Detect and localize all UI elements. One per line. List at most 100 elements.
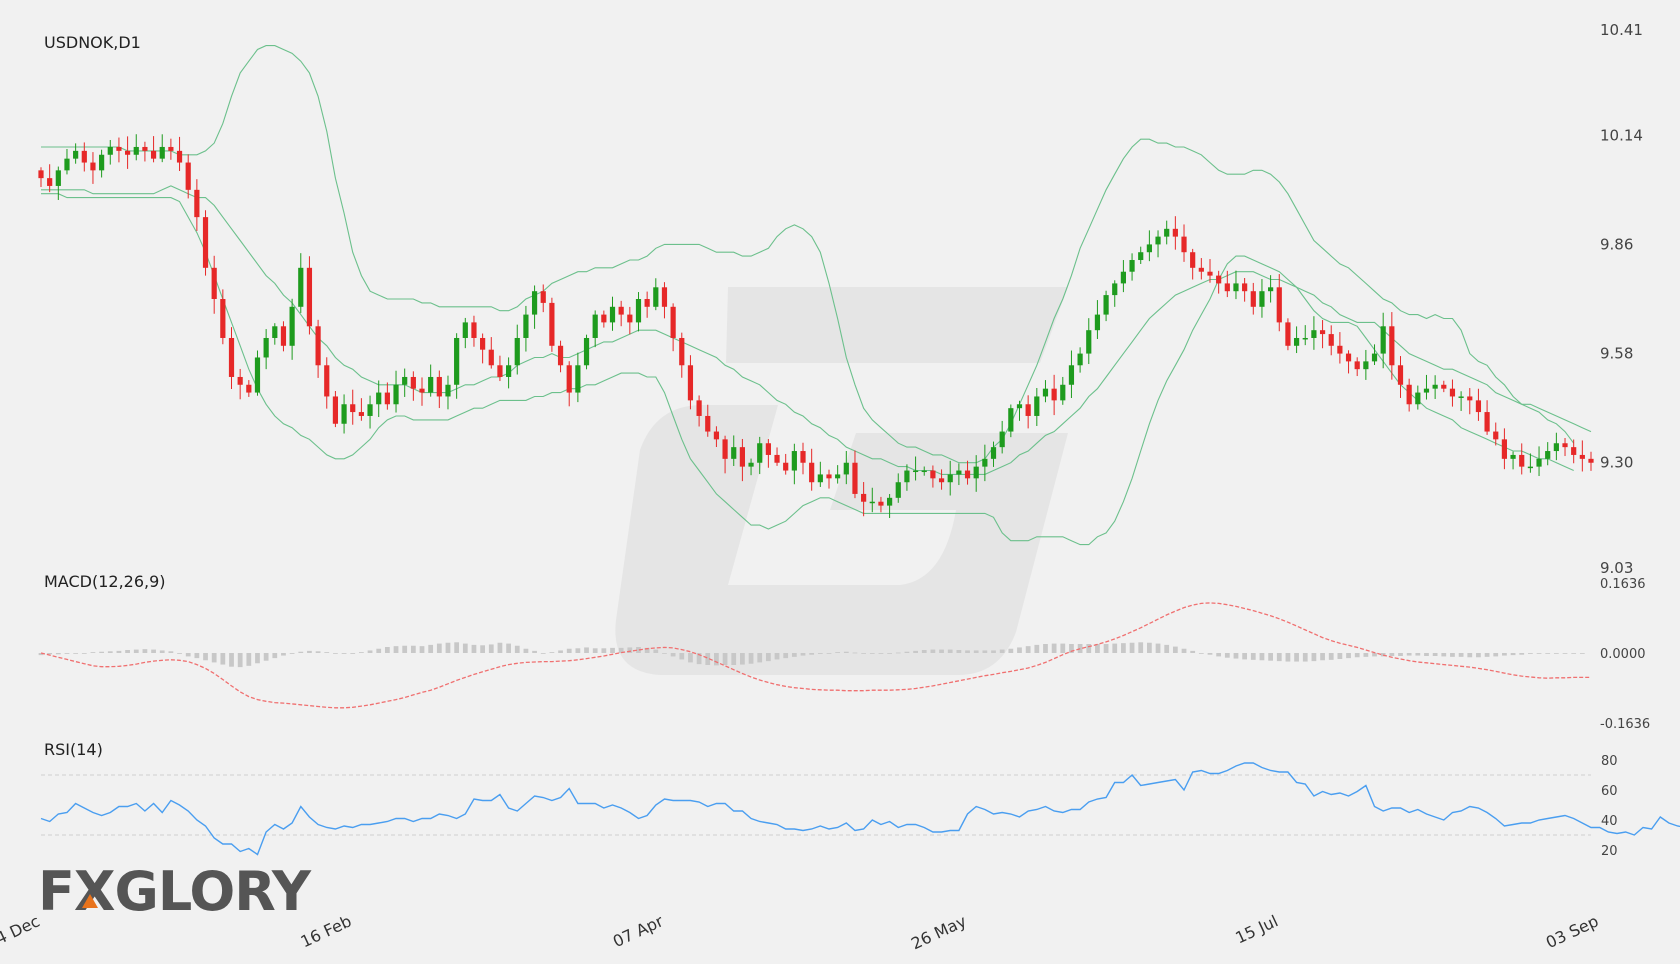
candle (393, 370, 399, 413)
candle (1276, 274, 1282, 332)
candle (1510, 451, 1516, 470)
candle-body (185, 162, 191, 190)
candle (687, 355, 694, 410)
candle (1181, 224, 1187, 262)
candle-body (1207, 271, 1213, 276)
macd-histogram-bar (298, 651, 304, 653)
candle-body (722, 439, 728, 459)
macd-tick-label: 0.1636 (1600, 577, 1646, 592)
candle-body (168, 146, 174, 151)
candle (306, 256, 313, 335)
candle-body (64, 158, 70, 171)
candle-body (895, 482, 901, 498)
candle (1008, 404, 1014, 438)
candle-body (1510, 454, 1516, 459)
candle-body (1112, 283, 1118, 296)
candle-body (1198, 267, 1204, 272)
candle (1025, 395, 1031, 429)
candle-body (973, 466, 979, 479)
candle (1285, 318, 1291, 351)
candle (557, 340, 564, 373)
macd-histogram-bar (895, 652, 901, 654)
macd-histogram-bar (540, 653, 546, 654)
candle-body (566, 365, 572, 393)
candle-body (1224, 283, 1230, 292)
candle-body (73, 150, 79, 159)
macd-histogram-bar (1172, 646, 1178, 653)
candle-body (176, 150, 183, 163)
macd-histogram-bar (1346, 653, 1351, 659)
candle (826, 469, 832, 489)
candle-body (393, 384, 399, 405)
candle-body (315, 326, 321, 366)
macd-histogram-bar (748, 653, 754, 664)
candle (1406, 378, 1412, 412)
candle (835, 465, 841, 484)
candle-body (1172, 228, 1178, 237)
candle-body (384, 392, 390, 405)
price-tick-label: 10.14 (1600, 126, 1643, 144)
macd-histogram-bar (99, 651, 104, 653)
candle-body (1501, 439, 1508, 459)
rsi-tick-label: 20 (1601, 844, 1618, 859)
candle (194, 179, 200, 231)
candle (1242, 277, 1248, 302)
candle-body (202, 217, 209, 268)
candle-body (1311, 330, 1317, 338)
macd-histogram-bar (982, 650, 988, 653)
candle (1233, 270, 1239, 300)
macd-histogram-bar (1164, 644, 1170, 653)
candle-body (1293, 337, 1300, 346)
macd-histogram-bar (1190, 650, 1196, 653)
candle (272, 323, 278, 345)
macd-histogram-bar (1043, 644, 1048, 653)
macd-histogram-bar (410, 645, 416, 653)
candle-body (55, 170, 61, 186)
candle-body (748, 462, 754, 467)
candle-body (402, 376, 408, 385)
candle (661, 282, 668, 319)
candle (531, 285, 538, 329)
candle (791, 443, 797, 485)
candle-body (1432, 384, 1438, 389)
macd-histogram-bar (1528, 653, 1533, 654)
macd-histogram-bar (445, 642, 451, 653)
macd-histogram-bar (125, 650, 130, 653)
candle-body (956, 470, 962, 475)
candle (367, 395, 373, 429)
candle (1042, 380, 1049, 403)
candle-body (1250, 291, 1256, 307)
macd-histogram-bar (869, 653, 875, 654)
macd-histogram-bar (523, 648, 529, 653)
macd-histogram-bar (211, 653, 217, 663)
macd-histogram-bar (107, 651, 113, 653)
macd-histogram-bar (1553, 653, 1559, 654)
candle (1562, 438, 1568, 457)
candle-body (1034, 396, 1040, 416)
candle-body (246, 384, 252, 393)
candle-body (1276, 287, 1282, 323)
candle-body (583, 337, 590, 366)
candle-body (765, 443, 771, 455)
candle-body (1042, 388, 1049, 397)
macd-histogram-bar (1562, 653, 1568, 654)
macd-histogram-bar (1121, 643, 1126, 653)
price-tick-label: 10.41 (1600, 21, 1643, 39)
macd-histogram-bar (1389, 653, 1395, 656)
macd-histogram-bar (272, 653, 278, 659)
candle-body (1060, 384, 1066, 401)
candle (1415, 385, 1421, 410)
candle-body (609, 306, 616, 323)
candle (1216, 270, 1222, 294)
candle-body (1077, 353, 1083, 366)
macd-histogram-bar (904, 651, 910, 653)
candle (1293, 326, 1300, 354)
candle-body (1094, 314, 1101, 331)
macd-histogram-bar (497, 642, 503, 653)
macd-histogram-bar (307, 650, 312, 653)
macd-histogram-bar (177, 653, 182, 654)
macd-histogram-bar (757, 653, 763, 663)
macd-histogram-bar (1060, 643, 1066, 653)
candle-body (1337, 345, 1343, 354)
candle-body (783, 462, 789, 471)
